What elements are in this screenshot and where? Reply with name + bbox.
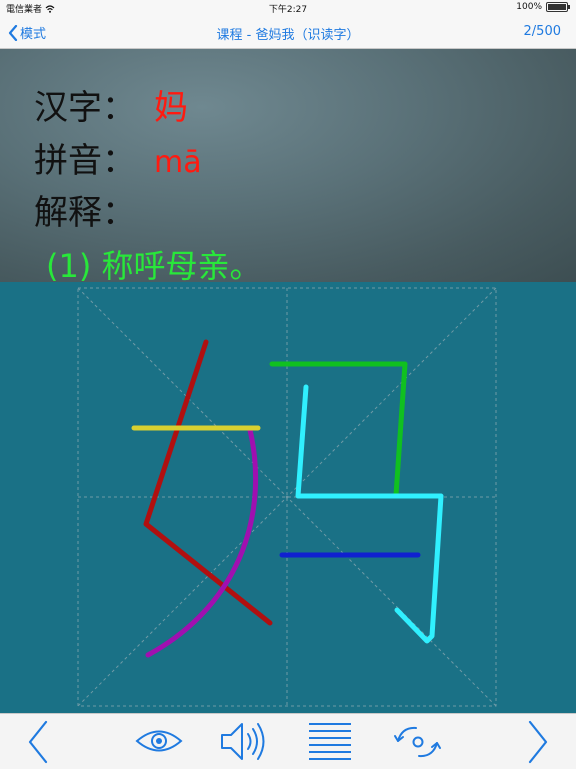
character-info-panel: 汉字： 妈 拼音： mā 解释： (1) 称呼母亲。 xyxy=(0,49,576,282)
meaning-row: 解释： xyxy=(34,193,136,233)
clock: 下午2:27 xyxy=(268,5,308,15)
list-icon xyxy=(309,723,351,760)
page-counter: 2/500 xyxy=(523,24,561,39)
battery-icon xyxy=(546,2,570,12)
status-bar: 電信業者 下午2:27 100% xyxy=(0,0,576,16)
stroke-order-board[interactable] xyxy=(0,282,576,713)
hanzi-row: 汉字： 妈 xyxy=(34,88,188,128)
stroke-4 xyxy=(269,361,408,498)
pinyin-value: mā xyxy=(154,145,202,180)
chevron-right-icon xyxy=(528,720,548,764)
page-title: 课程 - 爸妈我（识读字） xyxy=(216,28,360,43)
meaning-text: (1) 称呼母亲。 xyxy=(46,247,262,282)
bottom-toolbar xyxy=(0,713,576,769)
character-canvas xyxy=(77,287,497,707)
replay-icon xyxy=(394,726,441,758)
stroke-5 xyxy=(295,384,444,644)
replay-strokes-button[interactable] xyxy=(392,714,442,769)
lesson-list-button[interactable] xyxy=(306,714,354,769)
navigation-bar: 模式 课程 - 爸妈我（识读字） 2/500 xyxy=(0,16,576,49)
pinyin-row: 拼音： mā xyxy=(34,141,202,183)
eye-icon xyxy=(135,730,183,752)
hanzi-value: 妈 xyxy=(154,88,188,128)
meaning-label: 解释： xyxy=(34,193,136,233)
show-button[interactable] xyxy=(134,714,184,769)
chevron-left-icon xyxy=(28,720,48,764)
previous-button[interactable] xyxy=(22,714,56,769)
stroke-1 xyxy=(143,339,273,626)
play-sound-button[interactable] xyxy=(218,714,270,769)
battery-status: 100% xyxy=(516,2,570,12)
hanzi-label: 汉字： xyxy=(34,88,136,128)
pinyin-label: 拼音： xyxy=(34,141,136,181)
next-button[interactable] xyxy=(520,714,554,769)
speaker-icon xyxy=(221,723,265,760)
